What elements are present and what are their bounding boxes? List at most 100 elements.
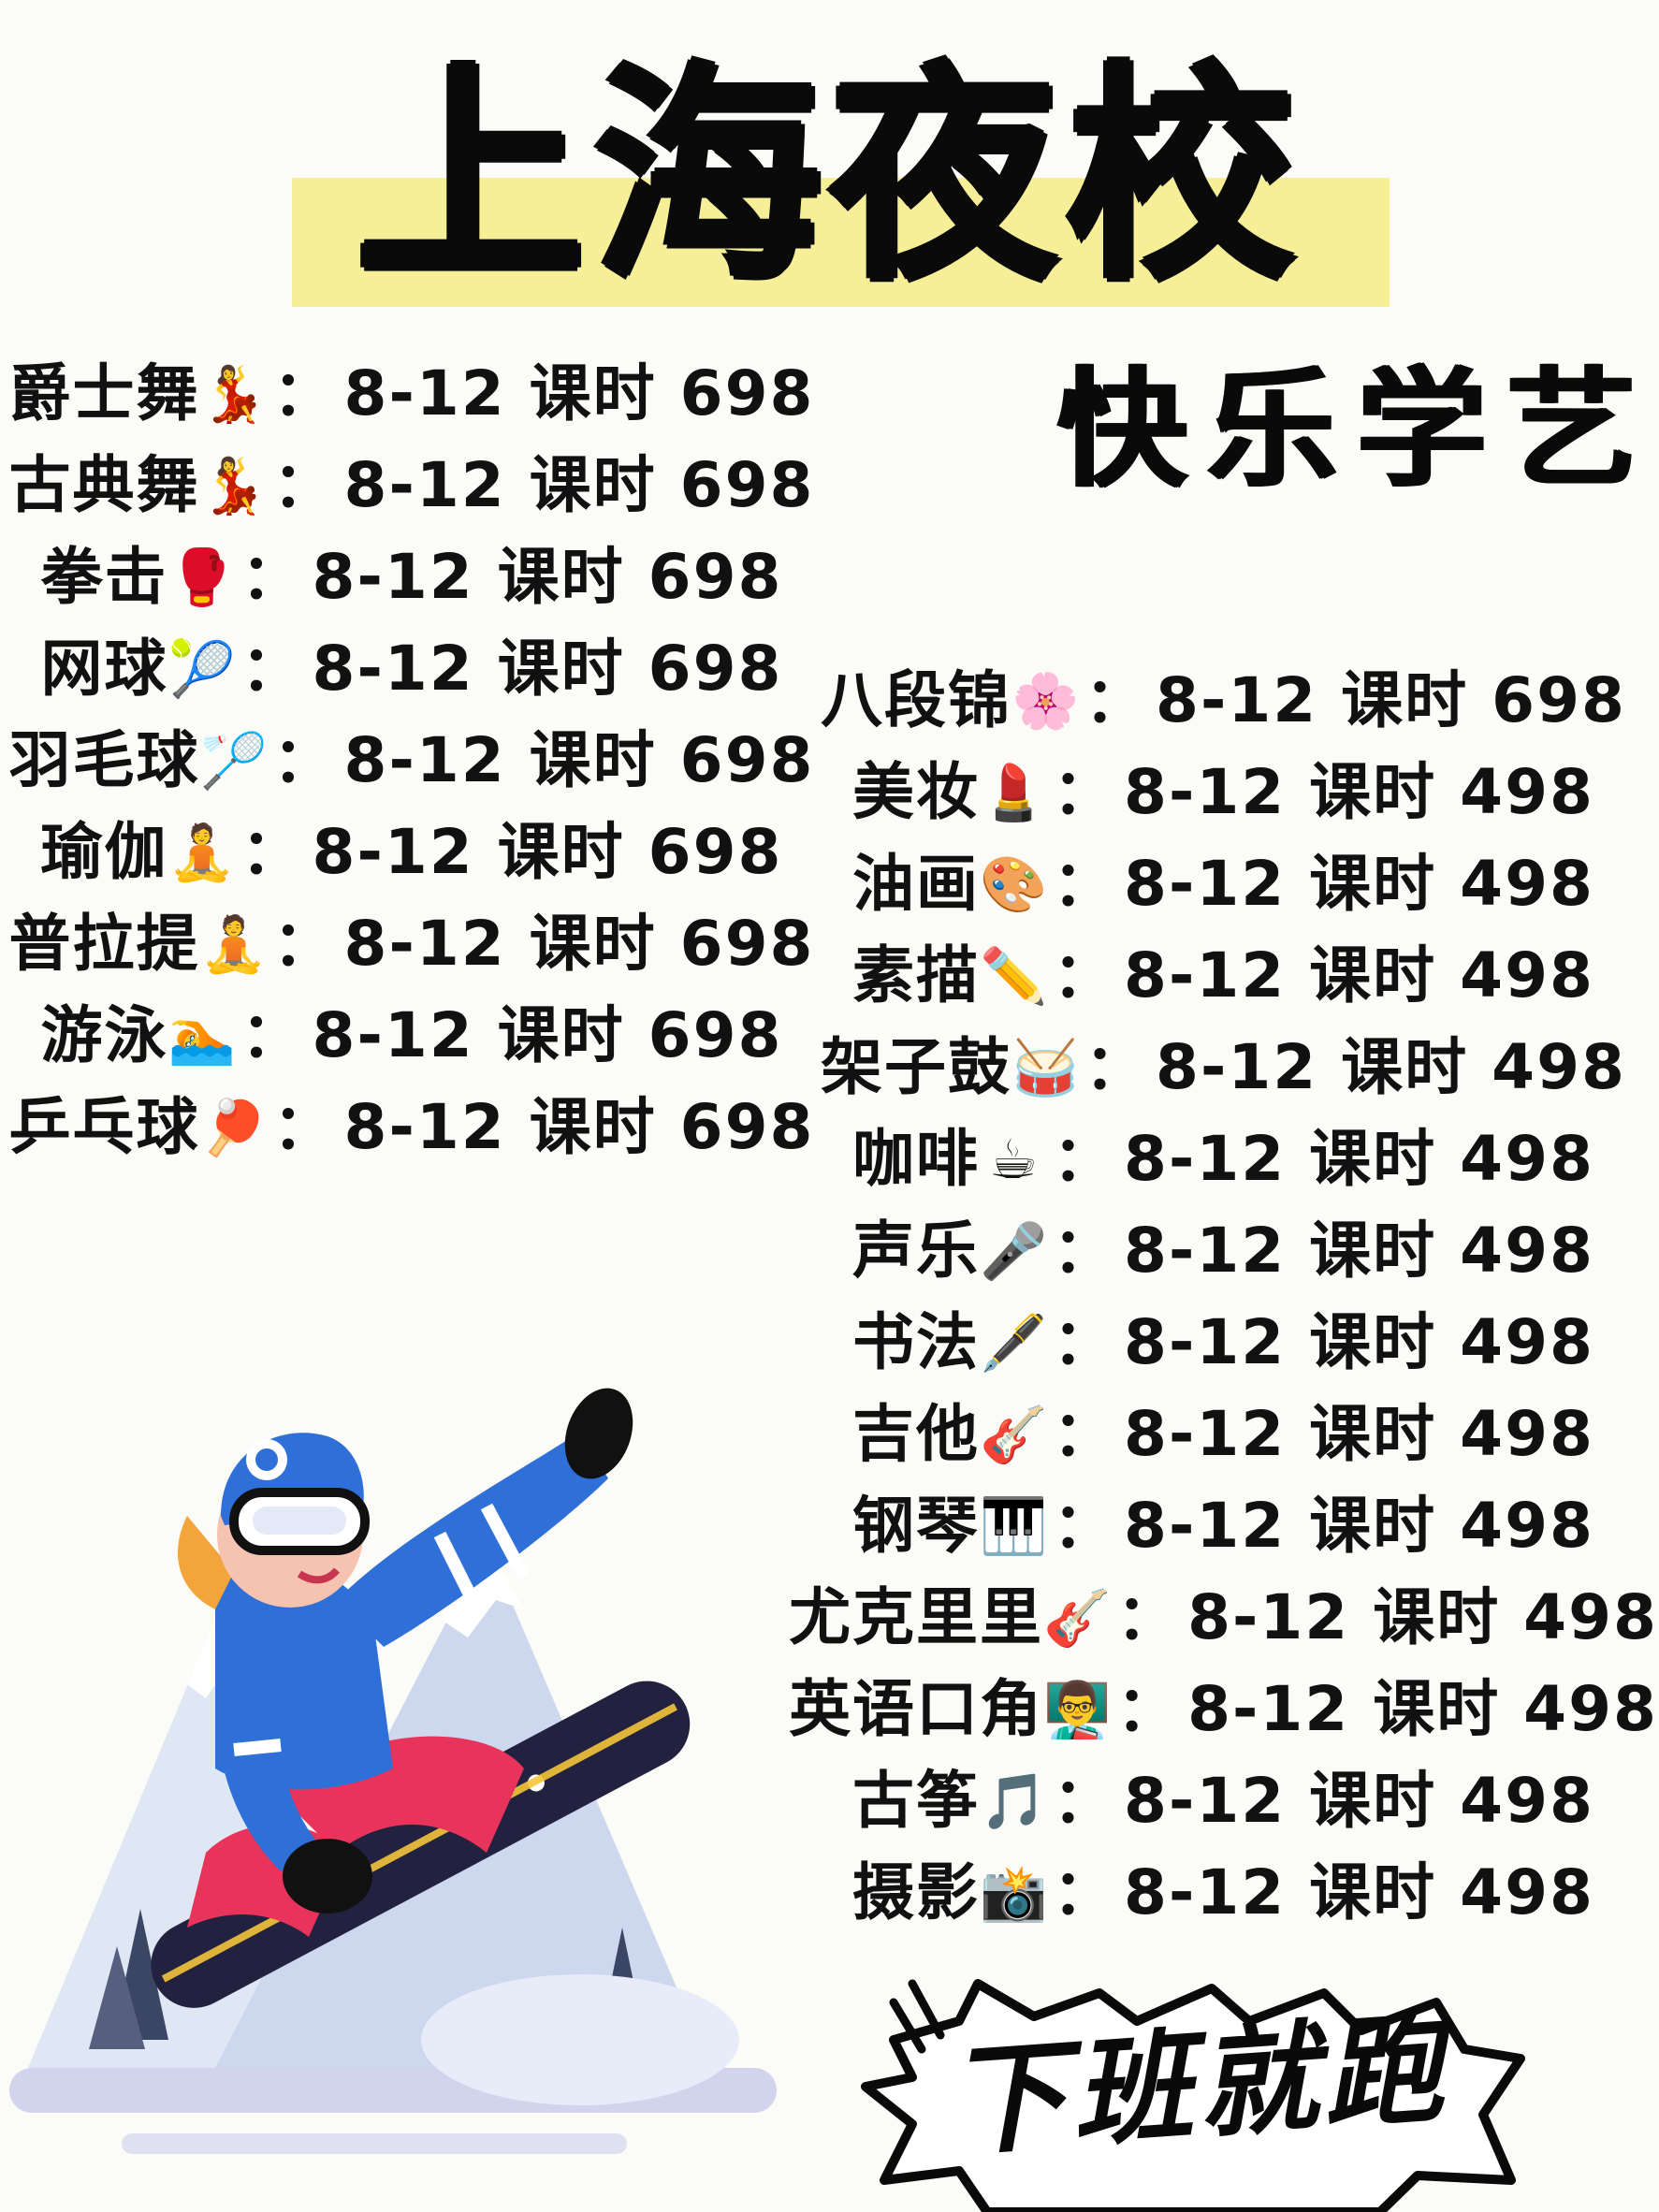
course-price: 8-12 课时 498 <box>1124 1398 1594 1470</box>
ping-pong-icon: 🏓 <box>199 1096 268 1159</box>
list-item: 瑜伽 🧘 ： 8-12 课时 698 <box>0 807 823 898</box>
colon: ： <box>1084 1031 1147 1103</box>
page-title: 上海夜校 <box>356 44 1303 311</box>
course-name: 普拉提 <box>8 908 200 980</box>
course-list-left: 爵士舞 💃 ： 8-12 课时 698 古典舞 💃 ： 8-12 课时 698 … <box>0 348 823 1173</box>
list-item: 钢琴 🎹 ： 8-12 课时 498 <box>795 1480 1652 1572</box>
course-name: 尤克里里 <box>789 1581 1044 1653</box>
dancer-icon: 💃 <box>199 454 268 517</box>
drum-icon: 🥁 <box>1011 1036 1080 1099</box>
list-item: 古典舞 💃 ： 8-12 课时 698 <box>0 440 823 531</box>
list-item: 油画 🎨 ： 8-12 课时 498 <box>795 838 1652 930</box>
course-price: 8-12 课时 698 <box>312 999 783 1071</box>
blossom-icon: 🌸 <box>1011 669 1080 733</box>
course-price: 8-12 课时 498 <box>1124 1856 1594 1928</box>
course-price: 8-12 课时 698 <box>343 449 815 521</box>
course-name: 乒乓球 <box>8 1091 200 1163</box>
list-item: 吉他 🎸 ： 8-12 课时 498 <box>795 1389 1652 1480</box>
colon: ： <box>1053 756 1115 828</box>
pencil-icon: ✏️ <box>980 944 1048 1008</box>
course-price: 8-12 课时 498 <box>1124 1765 1594 1837</box>
colon: ： <box>1116 1673 1179 1745</box>
teacher-icon: 👨‍🏫 <box>1043 1678 1112 1741</box>
colon: ： <box>1053 848 1115 920</box>
course-price: 8-12 课时 698 <box>343 724 815 796</box>
guitar-icon: 🎸 <box>980 1403 1048 1466</box>
list-item: 声乐 🎤 ： 8-12 课时 498 <box>795 1205 1652 1297</box>
list-item: 素描 ✏️ ： 8-12 课时 498 <box>795 930 1652 1022</box>
list-item: 八段锦 🌸 ： 8-12 课时 698 <box>795 655 1652 747</box>
list-item: 爵士舞 💃 ： 8-12 课时 698 <box>0 348 823 440</box>
course-price: 8-12 课时 698 <box>343 908 815 980</box>
course-price: 8-12 课时 698 <box>312 816 783 888</box>
colon: ： <box>1053 1490 1115 1562</box>
yoga-icon: 🧘 <box>199 912 268 976</box>
course-name: 咖啡 <box>852 1123 981 1195</box>
course-price: 8-12 课时 698 <box>312 541 783 613</box>
course-name: 声乐 <box>852 1215 981 1287</box>
course-name: 书法 <box>852 1306 981 1378</box>
colon: ： <box>1053 1123 1115 1195</box>
course-price: 8-12 课时 498 <box>1187 1581 1658 1653</box>
fountain-pen-icon: 🖋️ <box>980 1311 1048 1375</box>
course-name: 钢琴 <box>852 1490 981 1562</box>
swimmer-icon: 🏊 <box>167 1004 236 1068</box>
coffee-icon: ☕ <box>989 1128 1039 1191</box>
colon: ： <box>240 541 303 613</box>
course-name: 油画 <box>852 848 981 920</box>
course-price: 8-12 课时 498 <box>1124 756 1594 828</box>
course-price: 8-12 课时 698 <box>343 357 815 429</box>
course-price: 8-12 课时 498 <box>1124 939 1594 1011</box>
lipstick-icon: 💄 <box>980 761 1048 824</box>
course-price: 8-12 课时 498 <box>1124 1306 1594 1378</box>
list-item: 英语口角 👨‍🏫 ： 8-12 课时 498 <box>789 1664 1656 1755</box>
list-item: 羽毛球 🏸 ： 8-12 课时 698 <box>0 715 823 807</box>
colon: ： <box>1084 664 1147 736</box>
list-item: 乒乓球 🏓 ： 8-12 课时 698 <box>0 1082 823 1173</box>
list-item: 网球 🎾 ： 8-12 课时 698 <box>0 623 823 715</box>
list-item: 尤克里里 🎸 ： 8-12 课时 498 <box>789 1572 1656 1664</box>
colon: ： <box>240 999 303 1071</box>
course-price: 8-12 课时 498 <box>1156 1031 1626 1103</box>
course-price: 8-12 课时 498 <box>1124 1123 1594 1195</box>
course-price: 8-12 课时 498 <box>1124 1215 1594 1287</box>
colon: ： <box>272 1091 335 1163</box>
list-item: 普拉提 🧘 ： 8-12 课时 698 <box>0 898 823 990</box>
colon: ： <box>272 357 335 429</box>
microphone-icon: 🎤 <box>980 1219 1048 1283</box>
course-name: 古典舞 <box>8 449 200 521</box>
colon: ： <box>1053 1765 1115 1837</box>
dancer-icon: 💃 <box>199 362 268 426</box>
course-name: 架子鼓 <box>821 1031 1012 1103</box>
course-name: 吉他 <box>852 1398 981 1470</box>
list-item: 拳击 🥊 ： 8-12 课时 698 <box>0 531 823 623</box>
music-notes-icon: 🎵 <box>980 1769 1048 1833</box>
camera-flash-icon: 📸 <box>980 1861 1048 1925</box>
palette-icon: 🎨 <box>980 852 1048 916</box>
list-item: 美妆 💄 ： 8-12 课时 498 <box>795 747 1652 838</box>
colon: ： <box>1116 1581 1179 1653</box>
list-item: 咖啡 ☕ ： 8-12 课时 498 <box>795 1113 1652 1205</box>
colon: ： <box>240 816 303 888</box>
colon: ： <box>272 449 335 521</box>
course-name: 古筝 <box>852 1765 981 1837</box>
course-name: 爵士舞 <box>8 357 200 429</box>
list-item: 古筝 🎵 ： 8-12 课时 498 <box>795 1755 1652 1847</box>
course-name: 游泳 <box>40 999 168 1071</box>
course-name: 英语口角 <box>789 1673 1044 1745</box>
guitar-icon: 🎸 <box>1043 1586 1112 1650</box>
course-name: 拳击 <box>40 541 168 613</box>
course-name: 摄影 <box>852 1856 981 1928</box>
colon: ： <box>1053 1856 1115 1928</box>
course-name: 美妆 <box>852 756 981 828</box>
course-price: 8-12 课时 698 <box>343 1091 815 1163</box>
course-name: 羽毛球 <box>8 724 200 796</box>
course-price: 8-12 课时 498 <box>1124 848 1594 920</box>
colon: ： <box>240 633 303 705</box>
list-item: 游泳 🏊 ： 8-12 课时 698 <box>0 990 823 1082</box>
course-price: 8-12 课时 698 <box>312 633 783 705</box>
snowboarder-illustration <box>9 1388 777 2154</box>
colon: ： <box>1053 1306 1115 1378</box>
list-item: 架子鼓 🥁 ： 8-12 课时 498 <box>795 1022 1652 1113</box>
colon: ： <box>272 724 335 796</box>
